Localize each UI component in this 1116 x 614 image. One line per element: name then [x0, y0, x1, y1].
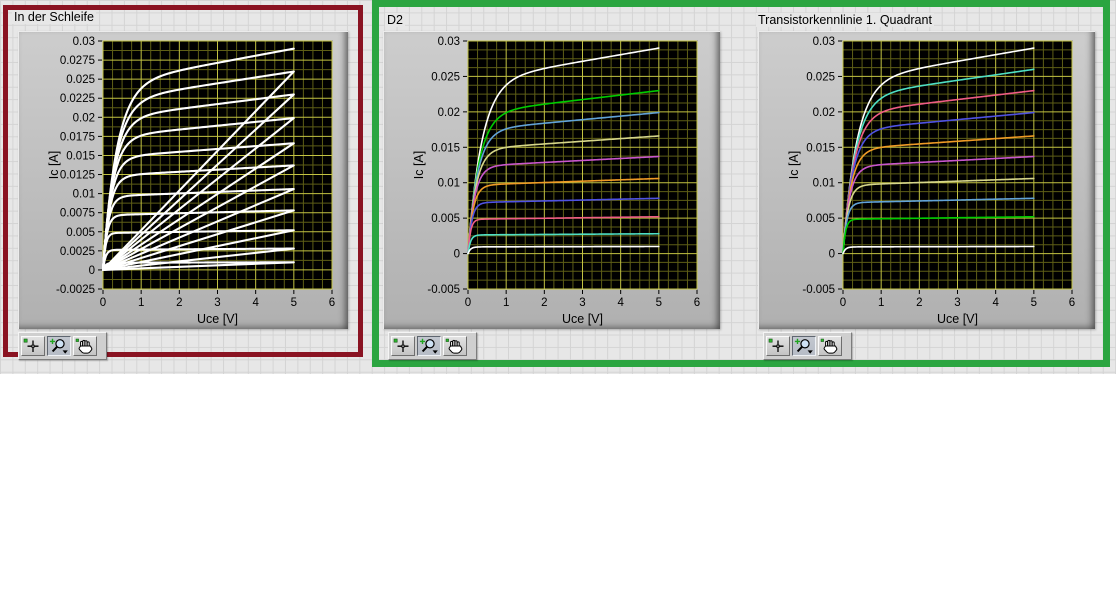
svg-text:0.01: 0.01 — [813, 178, 835, 190]
svg-text:Ic [A]: Ic [A] — [787, 151, 801, 179]
svg-text:0.01: 0.01 — [73, 189, 95, 201]
svg-text:0.02: 0.02 — [438, 107, 460, 119]
svg-text:Uce [V]: Uce [V] — [562, 312, 603, 326]
svg-text:2: 2 — [541, 297, 547, 309]
pan-hand-icon — [820, 338, 838, 354]
pan-tool-button[interactable] — [818, 336, 842, 356]
graph-title-transistorkennlinie: Transistorkennlinie 1. Quadrant — [756, 13, 934, 27]
svg-text:0.02: 0.02 — [813, 107, 835, 119]
svg-text:0.015: 0.015 — [66, 150, 95, 162]
pan-tool-button[interactable] — [443, 336, 467, 356]
svg-text:0.03: 0.03 — [438, 36, 460, 48]
plot-area[interactable]: 0.03 0.025 0.02 0.015 0.01 0.005 0 -0.005 0 1 2 3 4 5… — [758, 31, 1095, 329]
svg-text:4: 4 — [252, 297, 259, 309]
waveform-graph-in-der-schleife[interactable]: 0.03 0.0275 0.025 0.0225 0.02 0.0175 0.015 0.01… — [18, 31, 348, 329]
magnifier-zoom-icon — [419, 338, 438, 354]
svg-text:6: 6 — [694, 297, 700, 309]
svg-text:0.0075: 0.0075 — [60, 208, 95, 220]
svg-text:5: 5 — [656, 297, 662, 309]
zoom-tool-button[interactable] — [47, 336, 71, 356]
svg-text:3: 3 — [579, 297, 585, 309]
svg-text:0.01: 0.01 — [438, 178, 460, 190]
graph-title-in-der-schleife: In der Schleife — [12, 10, 96, 24]
svg-text:0.0175: 0.0175 — [60, 131, 95, 143]
cursor-tool-button[interactable] — [766, 336, 790, 356]
zoom-tool-button[interactable] — [417, 336, 441, 356]
svg-text:4: 4 — [617, 297, 624, 309]
svg-text:0.03: 0.03 — [813, 36, 835, 48]
svg-text:1: 1 — [878, 297, 884, 309]
crosshair-icon — [23, 338, 39, 352]
crosshair-icon — [393, 338, 409, 352]
svg-text:0.005: 0.005 — [431, 213, 460, 225]
svg-text:0: 0 — [840, 297, 846, 309]
svg-text:0.025: 0.025 — [806, 71, 835, 83]
svg-text:6: 6 — [329, 297, 335, 309]
magnifier-zoom-icon — [49, 338, 68, 354]
svg-text:0: 0 — [454, 249, 460, 261]
plot-area[interactable]: 0.03 0.025 0.02 0.015 0.01 0.005 0 -0.005 0 1 2 3 4 5… — [383, 31, 720, 329]
cursor-tool-button[interactable] — [391, 336, 415, 356]
pan-hand-icon — [75, 338, 93, 354]
svg-text:4: 4 — [992, 297, 999, 309]
svg-text:0.0275: 0.0275 — [60, 55, 95, 67]
cursor-tool-button[interactable] — [21, 336, 45, 356]
svg-text:0.025: 0.025 — [431, 71, 460, 83]
plot-area[interactable]: 0.030.02750.0250.02250.020.01750.0150.01… — [18, 31, 348, 329]
svg-text:0.025: 0.025 — [66, 74, 95, 86]
svg-text:0: 0 — [829, 249, 835, 261]
svg-text:0.015: 0.015 — [431, 142, 460, 154]
svg-text:0.03: 0.03 — [73, 36, 95, 48]
graph-title-d2: D2 — [385, 13, 405, 27]
svg-text:0.0125: 0.0125 — [60, 170, 95, 182]
waveform-graph-d2[interactable]: 0.03 0.025 0.02 0.015 0.01 0.005 0 -0.005 0 1 2 3 4 5… — [383, 31, 720, 329]
svg-text:3: 3 — [954, 297, 960, 309]
svg-text:Uce [V]: Uce [V] — [937, 312, 978, 326]
svg-text:1: 1 — [138, 297, 144, 309]
svg-text:Ic [A]: Ic [A] — [412, 151, 426, 179]
svg-text:0: 0 — [465, 297, 471, 309]
svg-text:5: 5 — [291, 297, 297, 309]
graph-palette-left — [18, 332, 107, 360]
svg-text:2: 2 — [916, 297, 922, 309]
svg-text:-0.0025: -0.0025 — [56, 284, 95, 296]
svg-text:3: 3 — [214, 297, 220, 309]
svg-text:0.005: 0.005 — [66, 227, 95, 239]
waveform-graph-transistorkennlinie[interactable]: 0.03 0.025 0.02 0.015 0.01 0.005 0 -0.005 0 1 2 3 4 5… — [758, 31, 1095, 329]
svg-text:0.0225: 0.0225 — [60, 93, 95, 105]
svg-text:-0.005: -0.005 — [802, 284, 835, 296]
graph-palette-middle — [388, 332, 477, 360]
svg-text:0.0025: 0.0025 — [60, 246, 95, 258]
svg-text:-0.005: -0.005 — [427, 284, 460, 296]
magnifier-zoom-icon — [794, 338, 813, 354]
svg-text:5: 5 — [1031, 297, 1037, 309]
pan-tool-button[interactable] — [73, 336, 97, 356]
svg-text:6: 6 — [1069, 297, 1075, 309]
labview-front-panel: In der Schleife D2 Transistorkennlinie 1… — [0, 0, 1116, 614]
svg-text:2: 2 — [176, 297, 182, 309]
crosshair-icon — [768, 338, 784, 352]
svg-text:0.02: 0.02 — [73, 112, 95, 124]
svg-text:0.015: 0.015 — [806, 142, 835, 154]
svg-text:1: 1 — [503, 297, 509, 309]
svg-text:0.005: 0.005 — [806, 213, 835, 225]
svg-text:Ic [A]: Ic [A] — [47, 151, 61, 179]
zoom-tool-button[interactable] — [792, 336, 816, 356]
pan-hand-icon — [445, 338, 463, 354]
graph-palette-right — [763, 332, 852, 360]
svg-text:0: 0 — [100, 297, 106, 309]
svg-text:Uce [V]: Uce [V] — [197, 312, 238, 326]
svg-text:0: 0 — [89, 265, 95, 277]
